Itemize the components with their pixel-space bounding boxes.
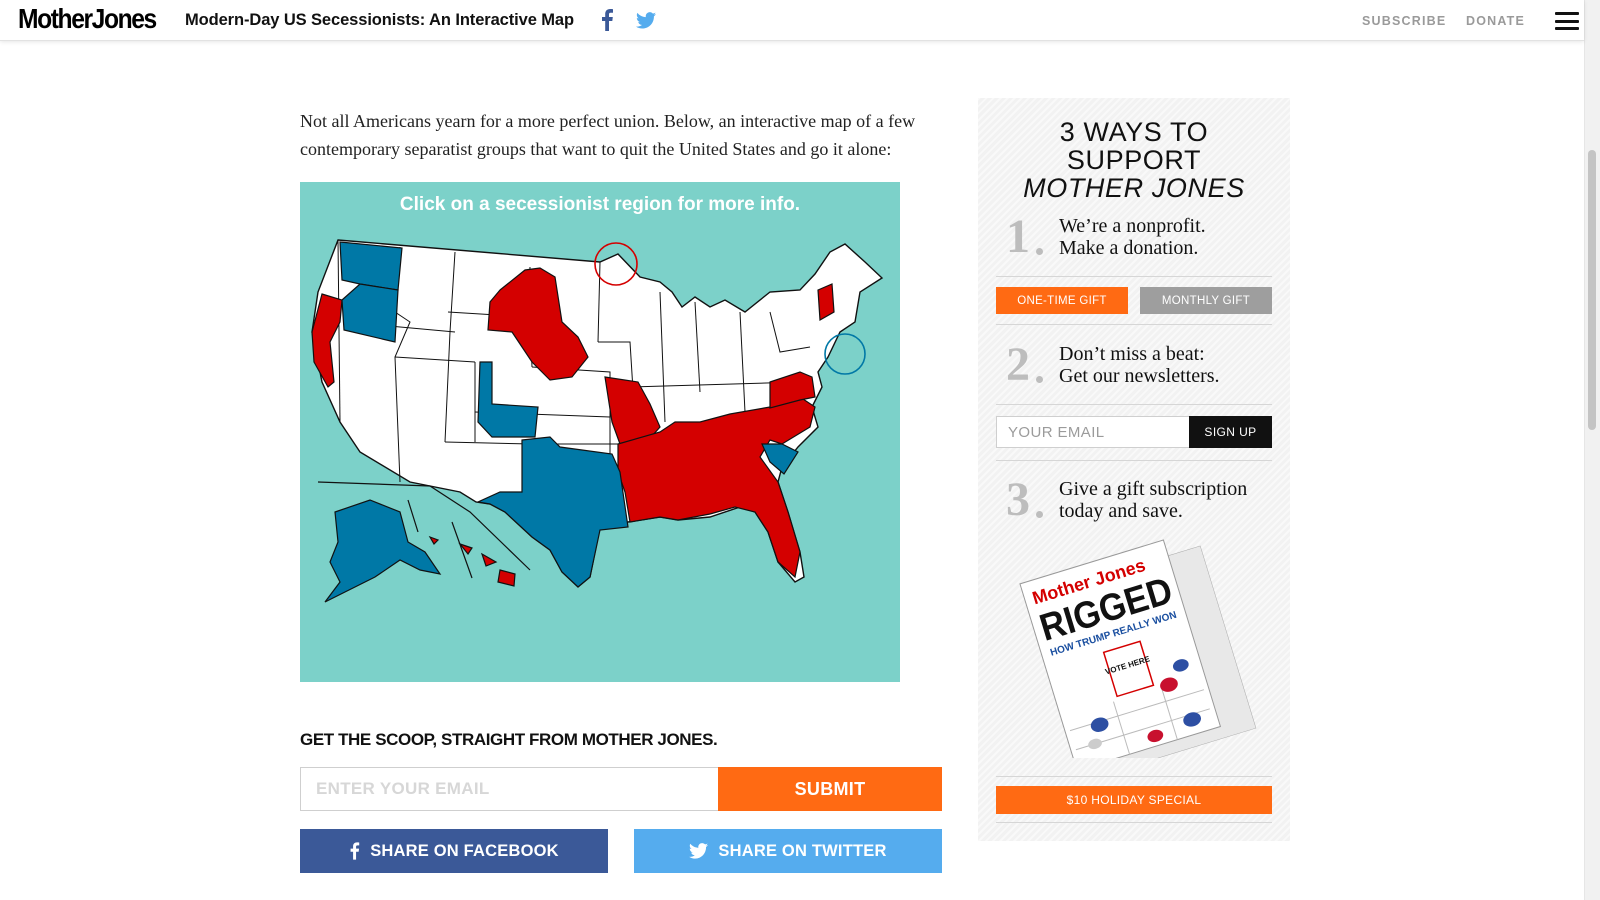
support-step-gift: 3 Give a gift subscription today and sav… — [1006, 476, 1247, 524]
sign-up-button[interactable]: SIGN UP — [1189, 416, 1272, 448]
newsletter-email-input[interactable] — [300, 767, 718, 811]
share-facebook-label: SHARE ON FACEBOOK — [370, 841, 559, 860]
divider — [996, 276, 1272, 277]
sidebar-email-input[interactable] — [996, 416, 1189, 448]
newsletter-submit-button[interactable]: SUBMIT — [718, 767, 942, 811]
step-text-line: today and save. — [1059, 500, 1183, 522]
step-text-line: Give a gift subscription — [1059, 478, 1248, 500]
divider — [996, 822, 1272, 823]
share-facebook-button[interactable]: SHARE ON FACEBOOK — [300, 829, 608, 873]
step-text-line: Get our newsletters. — [1059, 365, 1220, 387]
map-caption: Click on a secessionist region for more … — [399, 194, 801, 215]
newsletter-heading: GET THE SCOOP, STRAIGHT FROM MOTHER JONE… — [300, 730, 718, 749]
subscribe-link[interactable]: SUBSCRIBE — [1362, 14, 1446, 28]
twitter-icon[interactable] — [636, 12, 656, 29]
step-text-line: We’re a nonprofit. — [1059, 215, 1206, 237]
site-logo[interactable]: MotherJones — [18, 3, 157, 35]
one-time-gift-button[interactable]: ONE-TIME GIFT — [996, 287, 1128, 314]
divider — [996, 404, 1272, 405]
facebook-icon — [350, 842, 360, 860]
us-map-graphic[interactable] — [300, 182, 900, 682]
intro-line: Not all Americans yearn for a more perfe… — [300, 111, 916, 131]
secession-map[interactable]: Click on a secessionist region for more … — [300, 182, 900, 682]
step-text: Give a gift subscription today and save. — [1059, 478, 1247, 522]
scrollbar-track[interactable] — [1584, 0, 1600, 900]
step-number: 2 — [1006, 341, 1051, 389]
support-sidebar: 3 WAYS TO SUPPORT MOTHER JONES 1 We’re a… — [978, 98, 1290, 841]
facebook-icon[interactable] — [600, 9, 614, 31]
divider — [996, 460, 1272, 461]
sidebar-title: 3 WAYS TO SUPPORT MOTHER JONES — [978, 118, 1290, 202]
step-text-line: Make a donation. — [1059, 237, 1199, 259]
intro-line: contemporary separatist groups that want… — [300, 138, 892, 159]
donate-link[interactable]: DONATE — [1466, 14, 1525, 28]
monthly-gift-button[interactable]: MONTHLY GIFT — [1140, 287, 1272, 314]
article-intro: Not all Americans yearn for a more perfe… — [300, 108, 940, 163]
step-text-line: Don’t miss a beat: — [1059, 343, 1205, 365]
divider — [996, 324, 1272, 325]
holiday-special-button[interactable]: $10 HOLIDAY SPECIAL — [996, 786, 1272, 814]
region-hawaii[interactable] — [428, 535, 516, 587]
support-step-donate: 1 We’re a nonprofit. Make a donation. — [1006, 213, 1206, 261]
sidebar-title-line: MOTHER JONES — [1023, 173, 1245, 203]
sidebar-title-line: SUPPORT — [1066, 145, 1202, 175]
support-step-newsletter: 2 Don’t miss a beat: Get our newsletters… — [1006, 341, 1220, 389]
scrollbar-thumb[interactable] — [1588, 150, 1596, 430]
divider — [996, 776, 1272, 777]
highlight-circle-nyc[interactable] — [824, 333, 866, 375]
share-twitter-label: SHARE ON TWITTER — [718, 841, 887, 860]
top-header: MotherJones Modern-Day US Secessionists:… — [0, 0, 1584, 41]
sidebar-title-line: 3 WAYS TO — [1059, 117, 1209, 147]
twitter-icon — [689, 843, 709, 859]
step-text: Don’t miss a beat: Get our newsletters. — [1059, 343, 1220, 387]
article-title: Modern-Day US Secessionists: An Interact… — [185, 11, 574, 29]
step-number: 3 — [1006, 476, 1051, 524]
menu-icon[interactable] — [1555, 12, 1579, 30]
share-twitter-button[interactable]: SHARE ON TWITTER — [634, 829, 942, 873]
step-text: We’re a nonprofit. Make a donation. — [1059, 215, 1206, 259]
region-alaska[interactable] — [324, 499, 442, 603]
magazine-cover-image[interactable]: es Mother Jones RIGGED HOW TRUMP REALLY … — [1008, 538, 1268, 758]
step-number: 1 — [1006, 213, 1051, 261]
